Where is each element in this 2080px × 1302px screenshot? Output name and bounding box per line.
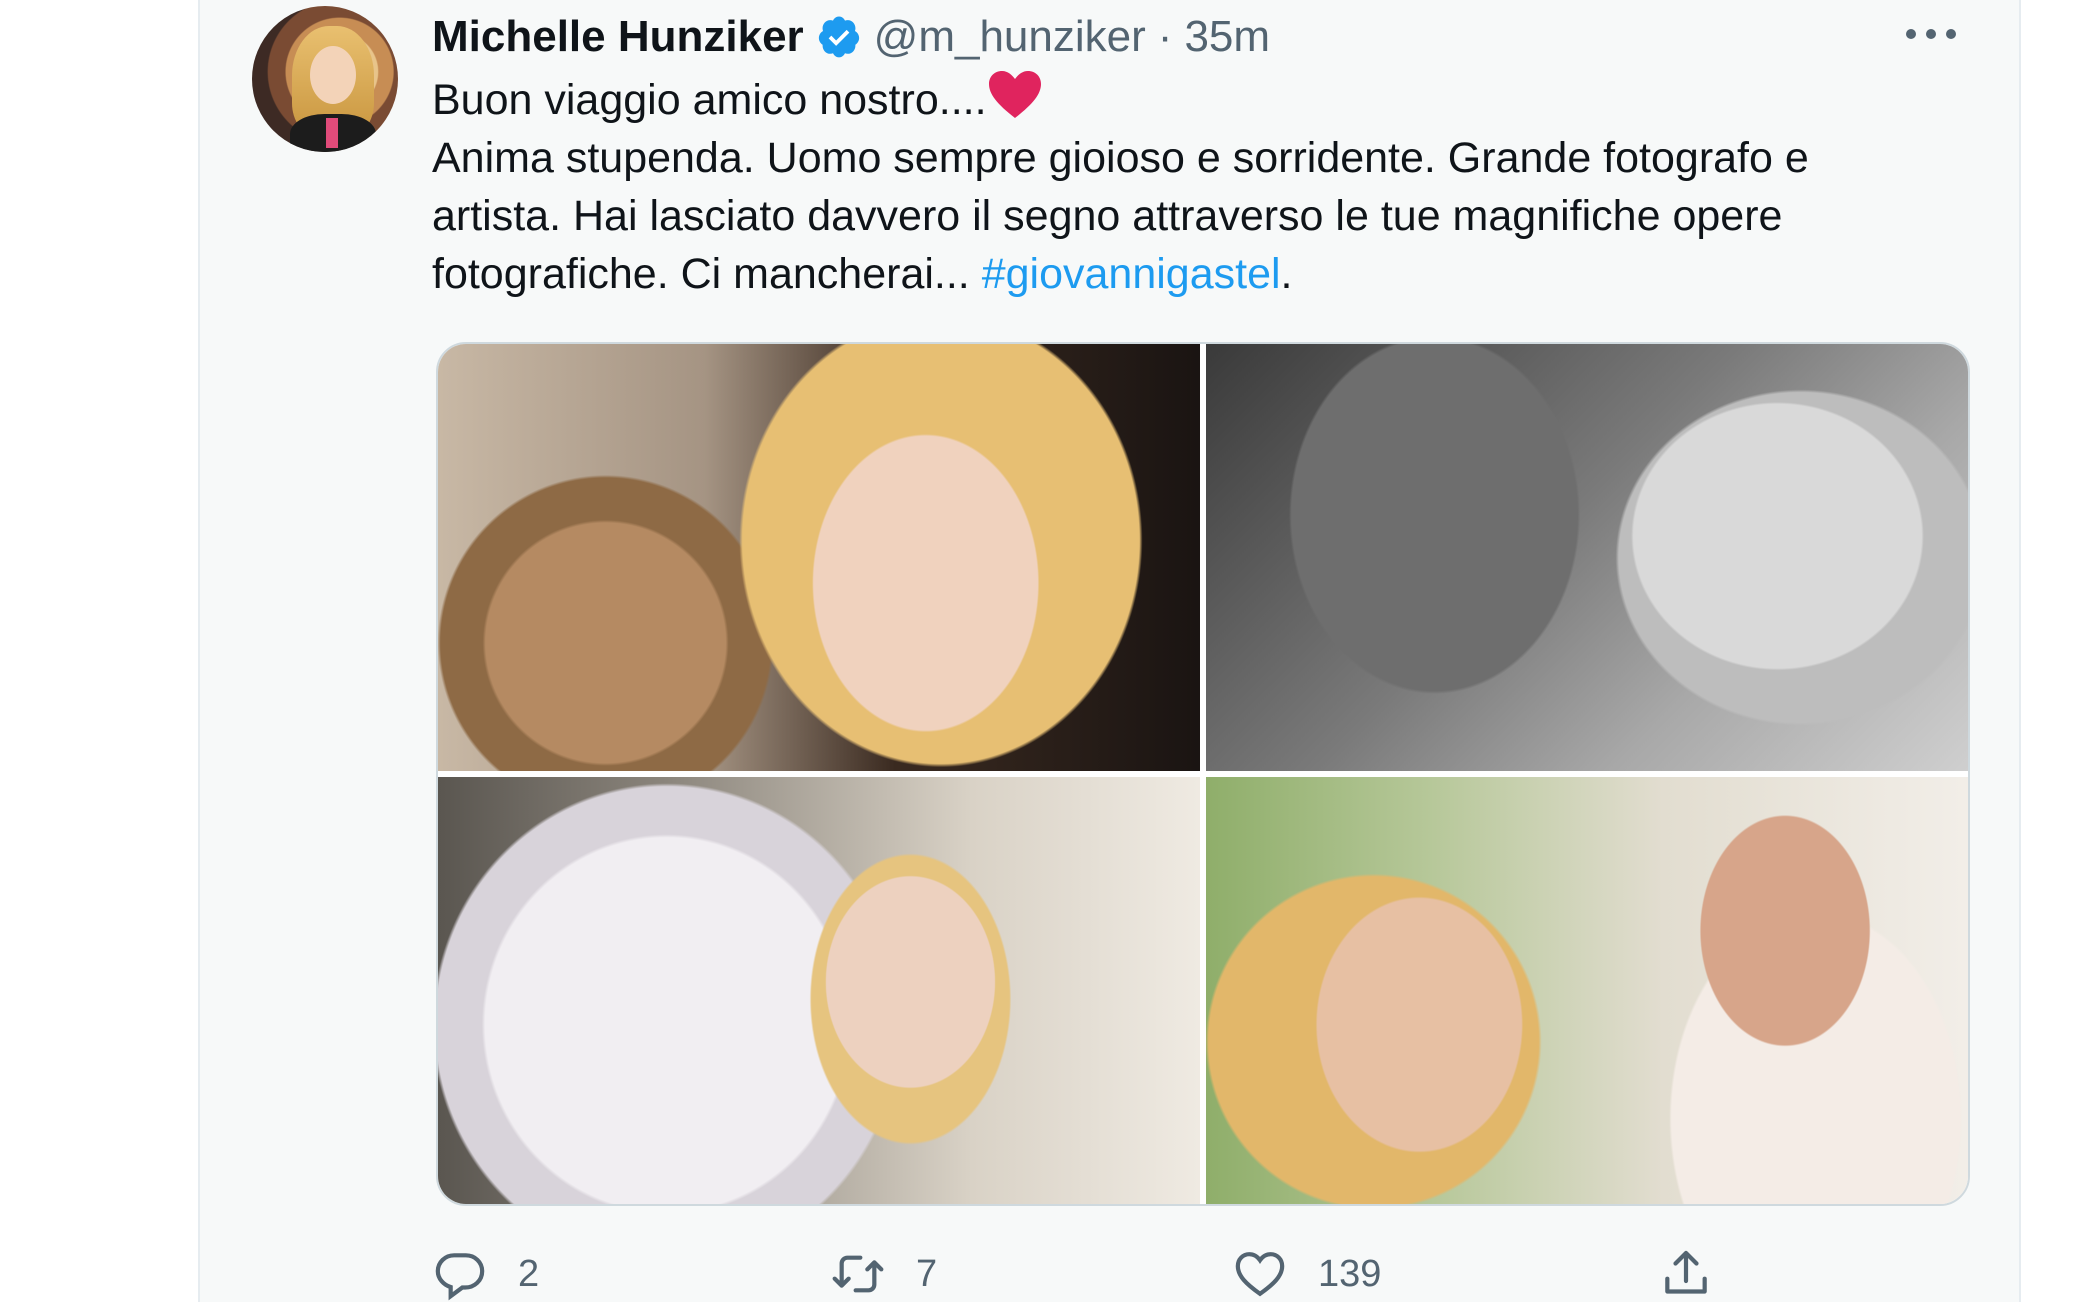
reply-count: 2 (518, 1252, 540, 1295)
tweet-text: Buon viaggio amico nostro.... Anima stup… (432, 70, 1972, 303)
share-icon (1665, 1250, 1707, 1294)
tweet-time[interactable]: 35m (1184, 12, 1270, 62)
tweet-text-line-4: fotografiche. Ci mancherai... #giovannig… (432, 250, 1293, 298)
like-heart-icon (1235, 1252, 1285, 1297)
author-handle[interactable]: @m_hunziker (874, 12, 1146, 62)
hashtag-link[interactable]: #giovannigastel (982, 250, 1281, 298)
photo-2[interactable] (1206, 344, 1968, 771)
tweet-text-line-2: Anima stupenda. Uomo sempre gioioso e so… (432, 134, 1809, 182)
verified-badge-icon (818, 16, 859, 58)
more-dots-icon[interactable] (1901, 14, 1961, 54)
like-count: 139 (1318, 1252, 1382, 1295)
reply-button[interactable]: 2 (432, 1246, 539, 1302)
author-name[interactable]: Michelle Hunziker (432, 12, 804, 62)
photo-4[interactable] (1206, 777, 1968, 1204)
page: Michelle Hunziker @m_hunziker · 35m Buon… (0, 0, 2080, 1302)
tweet-header: Michelle Hunziker @m_hunziker · 35m (432, 8, 1270, 66)
retweet-count: 7 (916, 1252, 938, 1295)
tweet-card[interactable]: Michelle Hunziker @m_hunziker · 35m Buon… (198, 0, 2021, 1302)
reply-icon (435, 1253, 485, 1301)
photo-1[interactable] (438, 344, 1200, 771)
photo-3[interactable] (438, 777, 1200, 1204)
avatar[interactable] (252, 6, 398, 152)
tweet-text-line-1: Buon viaggio amico nostro.... (432, 70, 1972, 129)
heart-emoji-icon (988, 71, 1041, 118)
like-button[interactable]: 139 (1232, 1246, 1381, 1302)
action-bar: 2 7 139 (432, 1246, 1992, 1302)
media-grid (436, 342, 1970, 1206)
tweet-text-line-3: artista. Hai lasciato davvero il segno a… (432, 192, 1783, 240)
retweet-icon (832, 1255, 884, 1293)
share-button[interactable] (1658, 1246, 1714, 1302)
retweet-button[interactable]: 7 (830, 1246, 937, 1302)
separator-dot: · (1157, 12, 1173, 61)
